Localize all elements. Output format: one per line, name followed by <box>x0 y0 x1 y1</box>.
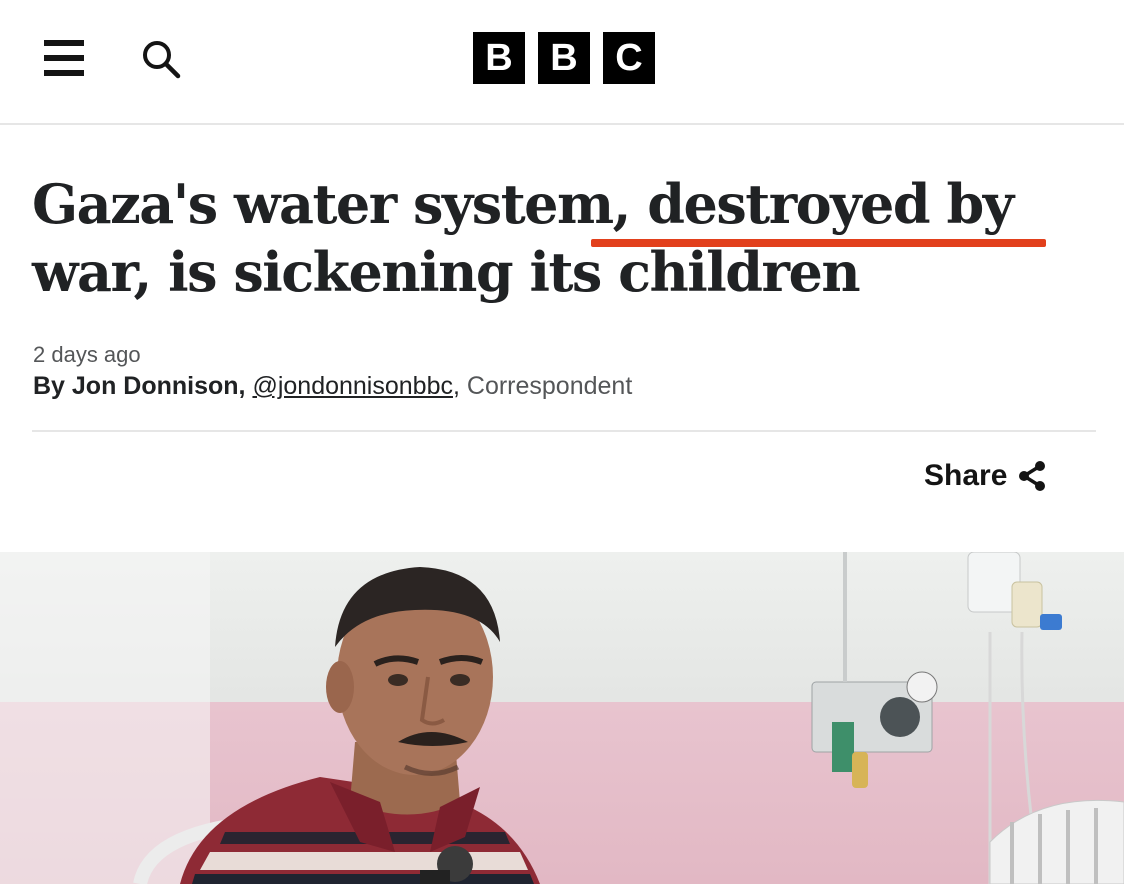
author-name: By Jon Donnison, <box>33 372 246 400</box>
article-hero-image <box>0 552 1124 884</box>
headline-part-1: Gaza's water system, <box>32 172 648 236</box>
logo-letter-b1: B <box>473 32 525 84</box>
search-button[interactable] <box>140 38 182 80</box>
hamburger-menu-icon-bar <box>44 55 84 61</box>
hospital-scene-image <box>0 552 1124 884</box>
article-byline: By Jon Donnison, @jondonnisonbbc, Corres… <box>33 372 632 401</box>
logo-letter-c: C <box>603 32 655 84</box>
headline-highlight-underline <box>591 239 1046 247</box>
headline-part-2: , is sickening its children <box>133 240 861 304</box>
top-navigation-bar: B B C <box>0 0 1124 125</box>
logo-letter-b2: B <box>538 32 590 84</box>
menu-button[interactable] <box>44 40 84 76</box>
share-button[interactable]: Share <box>924 456 1047 496</box>
byline-separator: , <box>452 372 460 400</box>
author-handle-link[interactable]: @jondonnisonbbc <box>252 372 453 400</box>
bbc-logo[interactable]: B B C <box>473 32 655 84</box>
divider <box>32 430 1096 432</box>
share-icon <box>1019 461 1046 491</box>
article-headline: Gaza's water system, destroyed by war, i… <box>32 170 1092 306</box>
author-role: Correspondent <box>466 372 633 400</box>
share-label: Share <box>924 459 1008 492</box>
article-date: 2 days ago <box>33 342 141 367</box>
search-icon <box>143 41 181 79</box>
hamburger-menu-icon-bar <box>44 70 84 76</box>
hamburger-menu-icon <box>44 40 84 46</box>
